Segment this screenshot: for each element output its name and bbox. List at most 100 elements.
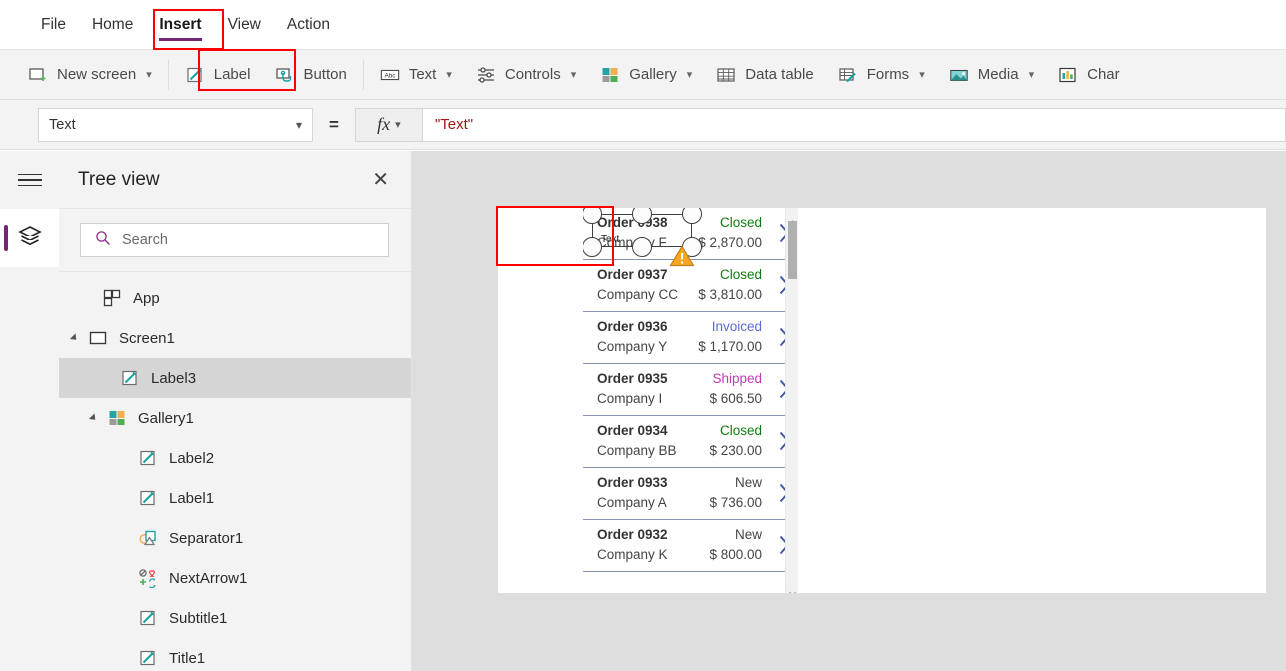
ribbon-label: Text <box>408 66 437 83</box>
tree-item-label: App <box>133 289 160 307</box>
insert-ribbon: New screen ▾ Label Button Abc Text ▾ Con… <box>0 50 1286 100</box>
chevron-down-icon: ▾ <box>395 119 401 131</box>
ribbon-label: New screen <box>57 66 137 83</box>
scroll-down-icon[interactable] <box>789 583 796 593</box>
ribbon-gallery[interactable]: Gallery ▾ <box>588 50 704 100</box>
tree-view-list: App Screen1 Label3 Gallery1 Label2 Label… <box>59 272 411 671</box>
tree-item-label1[interactable]: Label1 <box>59 478 411 518</box>
ribbon-text[interactable]: Abc Text ▾ <box>368 50 464 100</box>
gallery-item[interactable]: Order 0933 Company A New $ 736.00 <box>583 468 798 520</box>
label-pencil-icon <box>137 647 159 669</box>
fx-dropdown-button[interactable]: fx ▾ <box>354 107 423 142</box>
amount: $ 3,810.00 <box>698 287 762 302</box>
gallery-item[interactable]: Order 0934 Company BB Closed $ 230.00 <box>583 416 798 468</box>
selected-control-label3[interactable]: Text <box>583 208 702 267</box>
gallery-control[interactable]: Order 0938 Company F Closed $ 2,870.00 O… <box>583 208 798 593</box>
amount: $ 800.00 <box>709 547 762 562</box>
new-screen-icon <box>28 65 48 85</box>
caret-expanded-icon[interactable] <box>69 333 80 343</box>
menu-item-home[interactable]: Home <box>79 0 146 50</box>
menu-item-file[interactable]: File <box>28 0 79 50</box>
tree-item-label3[interactable]: Label3 <box>59 358 411 398</box>
label-icon <box>185 65 205 85</box>
chevron-down-icon: ▾ <box>146 69 152 81</box>
formula-input[interactable]: "Text" <box>422 107 1286 142</box>
ribbon-charts[interactable]: Char <box>1046 50 1132 100</box>
menu-item-label: Home <box>91 15 134 33</box>
ribbon-label-button[interactable]: Label <box>173 50 263 100</box>
label-pencil-icon <box>137 447 159 469</box>
label-pencil-icon <box>137 487 159 509</box>
resize-handle-bottom-left[interactable] <box>583 237 602 257</box>
data-table-icon <box>716 65 736 85</box>
menu-item-label: Action <box>286 15 330 33</box>
screen-icon <box>87 327 109 349</box>
tree-item-subtitle1[interactable]: Subtitle1 <box>59 598 411 638</box>
ribbon-data-table[interactable]: Data table <box>704 50 825 100</box>
status-badge: Invoiced <box>711 319 762 334</box>
tree-item-screen1[interactable]: Screen1 <box>59 318 411 358</box>
formula-bar: Text ▾ = fx ▾ "Text" <box>0 100 1286 150</box>
tree-item-label2[interactable]: Label2 <box>59 438 411 478</box>
ribbon-new-screen[interactable]: New screen ▾ <box>0 50 164 100</box>
ribbon-label: Char <box>1087 66 1120 83</box>
scroll-up-icon[interactable] <box>789 212 796 225</box>
next-arrow-icons-icon <box>137 567 159 589</box>
gallery-item[interactable]: Order 0936 Company Y Invoiced $ 1,170.00 <box>583 312 798 364</box>
menu-item-insert[interactable]: Insert <box>146 0 214 50</box>
ribbon-label: Controls <box>504 66 561 83</box>
active-indicator <box>4 225 8 251</box>
warning-triangle-icon[interactable] <box>669 244 695 268</box>
separator-shapes-icon <box>137 527 159 549</box>
search-input[interactable]: Search <box>80 223 389 257</box>
button-icon <box>274 65 294 85</box>
close-icon[interactable]: ✕ <box>372 170 389 190</box>
fx-icon: fx <box>377 114 391 134</box>
menu-item-view[interactable]: View <box>215 0 274 50</box>
tree-item-separator1[interactable]: Separator1 <box>59 518 411 558</box>
tree-item-nextarrow1[interactable]: NextArrow1 <box>59 558 411 598</box>
controls-sliders-icon <box>476 65 496 85</box>
menu-item-label: File <box>41 15 66 33</box>
gallery-scrollbar[interactable] <box>785 208 798 593</box>
media-image-icon <box>949 65 969 85</box>
ribbon-button-button[interactable]: Button <box>262 50 358 100</box>
resize-handle-bottom-center[interactable] <box>632 237 652 257</box>
ribbon-label: Label <box>213 66 251 83</box>
chevron-down-icon: ▾ <box>919 69 925 81</box>
order-title: Order 0936 <box>597 319 668 334</box>
label-pencil-icon <box>137 607 159 629</box>
tree-item-gallery1[interactable]: Gallery1 <box>59 398 411 438</box>
order-title: Order 0932 <box>597 527 668 542</box>
ribbon-forms[interactable]: Forms ▾ <box>826 50 937 100</box>
order-title: Order 0937 <box>597 267 668 282</box>
status-badge: Closed <box>719 423 762 438</box>
gallery-item[interactable]: Order 0932 Company K New $ 800.00 <box>583 520 798 572</box>
order-title: Order 0933 <box>597 475 668 490</box>
text-abc-icon: Abc <box>380 65 400 85</box>
property-select[interactable]: Text ▾ <box>38 107 313 142</box>
label-pencil-icon <box>119 367 141 389</box>
chevron-down-icon: ▾ <box>446 69 452 81</box>
tree-item-app[interactable]: App <box>59 278 411 318</box>
ribbon-controls[interactable]: Controls ▾ <box>464 50 588 100</box>
gallery-scroll-thumb[interactable] <box>788 221 797 279</box>
status-badge: New <box>734 475 762 490</box>
rail-tree-view-button[interactable] <box>0 209 59 267</box>
ribbon-divider <box>362 59 364 90</box>
ribbon-media[interactable]: Media ▾ <box>937 50 1046 100</box>
formula-text: "Text" <box>434 116 474 133</box>
hamburger-menu-button[interactable] <box>0 151 59 209</box>
gallery-grid-icon <box>106 407 128 429</box>
resize-handle-top-right[interactable] <box>682 208 702 224</box>
app-screen[interactable]: Order 0938 Company F Closed $ 2,870.00 O… <box>498 208 1266 593</box>
caret-expanded-icon[interactable] <box>88 413 99 423</box>
tree-item-title1[interactable]: Title1 <box>59 638 411 671</box>
menu-item-action[interactable]: Action <box>274 0 343 50</box>
gallery-item[interactable]: Order 0935 Company I Shipped $ 606.50 <box>583 364 798 416</box>
tree-item-label: Subtitle1 <box>169 609 228 627</box>
ribbon-label: Data table <box>745 66 814 83</box>
tree-item-label: Screen1 <box>119 329 175 347</box>
svg-text:Abc: Abc <box>384 72 396 79</box>
tree-item-label: Label2 <box>169 449 215 467</box>
